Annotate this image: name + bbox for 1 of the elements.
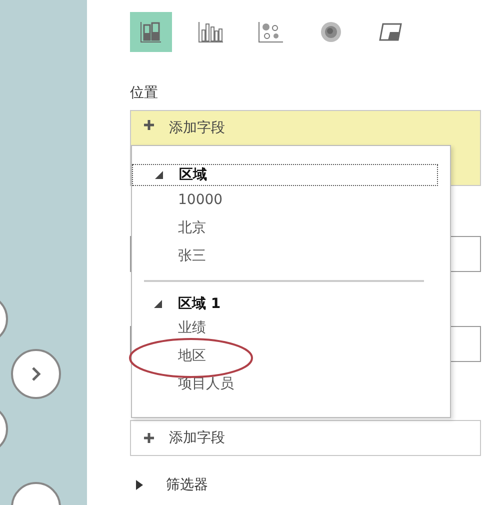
- section-label: 位置: [130, 84, 159, 102]
